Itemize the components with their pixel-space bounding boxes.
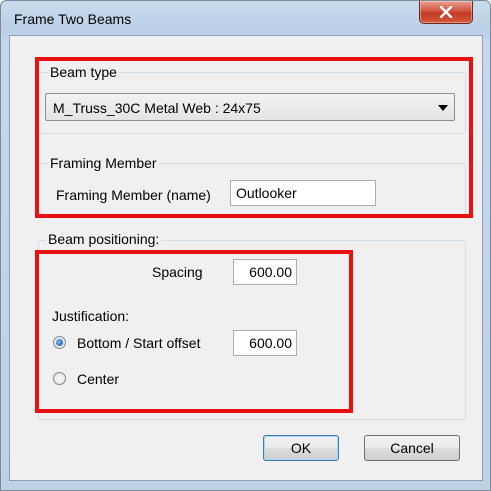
- framing-member-name-field[interactable]: Outlooker: [230, 180, 376, 206]
- title-bar[interactable]: Frame Two Beams: [1, 1, 490, 35]
- spacing-label: Spacing: [152, 264, 203, 280]
- beam-type-dropdown[interactable]: M_Truss_30C Metal Web : 24x75: [45, 93, 455, 121]
- chevron-down-icon[interactable]: [438, 105, 448, 111]
- bottom-start-offset-field[interactable]: 600.00: [233, 330, 297, 356]
- close-button[interactable]: [419, 1, 473, 24]
- bottom-start-offset-label[interactable]: Bottom / Start offset: [77, 335, 200, 351]
- ok-button[interactable]: OK: [263, 435, 339, 461]
- window-title: Frame Two Beams: [14, 11, 132, 27]
- spacing-field[interactable]: 600.00: [233, 259, 297, 285]
- beam-positioning-label: Beam positioning:: [46, 231, 162, 247]
- beam-type-selected: M_Truss_30C Metal Web : 24x75: [53, 100, 261, 116]
- justification-label: Justification:: [52, 308, 130, 324]
- radio-center[interactable]: [53, 372, 66, 385]
- close-icon: [439, 6, 453, 18]
- cancel-button[interactable]: Cancel: [364, 435, 460, 461]
- radio-bottom-start-offset[interactable]: [53, 336, 66, 349]
- center-label[interactable]: Center: [77, 371, 119, 387]
- framing-member-name-label: Framing Member (name): [56, 187, 211, 203]
- framing-member-label: Framing Member: [48, 155, 159, 171]
- beam-type-label: Beam type: [48, 64, 119, 80]
